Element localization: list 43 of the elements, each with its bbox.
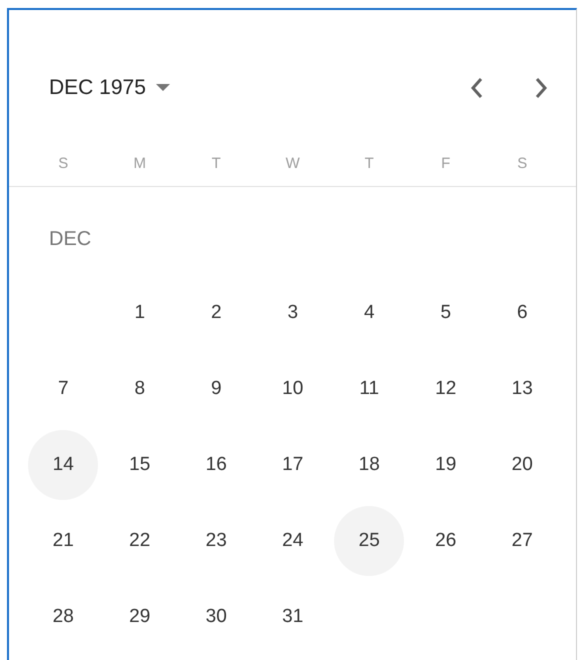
weekday-label: S — [58, 154, 68, 172]
day-cell[interactable]: 9 — [181, 354, 252, 424]
month-label: DEC — [49, 227, 92, 252]
weekday-label: T — [212, 154, 221, 172]
day-cell[interactable]: 17 — [258, 430, 328, 500]
day-cell[interactable]: 21 — [28, 506, 98, 576]
day-cell[interactable]: 19 — [410, 430, 481, 500]
day-cell[interactable]: 2 — [181, 278, 252, 348]
day-cell[interactable]: 13 — [487, 354, 558, 424]
day-cell[interactable]: 3 — [258, 278, 328, 348]
day-cell[interactable]: 29 — [104, 582, 175, 652]
day-cell[interactable]: 26 — [410, 506, 481, 576]
chevron-left-icon — [470, 77, 484, 99]
weekday-label: M — [134, 154, 146, 172]
day-cell[interactable]: 28 — [28, 582, 98, 652]
day-cell[interactable]: 31 — [258, 582, 328, 652]
day-cell[interactable]: 10 — [258, 354, 328, 424]
month-year-dropdown[interactable]: DEC 1975 — [49, 76, 170, 100]
day-cell[interactable]: 15 — [104, 430, 175, 500]
day-cell[interactable]: 25 — [334, 506, 404, 576]
day-cell[interactable]: 18 — [334, 430, 404, 500]
day-cell[interactable]: 12 — [410, 354, 481, 424]
day-cell[interactable]: 5 — [410, 278, 481, 348]
day-cell[interactable]: 6 — [487, 278, 558, 348]
weekday-label: S — [517, 154, 528, 172]
day-cell[interactable]: 27 — [487, 506, 558, 576]
chevron-right-icon — [534, 77, 548, 99]
day-cell[interactable]: 23 — [181, 506, 252, 576]
weekday-label: F — [441, 154, 450, 172]
day-cell[interactable]: 20 — [487, 430, 558, 500]
day-cell[interactable]: 14 — [28, 430, 98, 500]
day-cell[interactable]: 30 — [181, 582, 252, 652]
day-cell[interactable]: 22 — [104, 506, 175, 576]
weekday-label: T — [364, 154, 374, 172]
day-cell[interactable]: 4 — [334, 278, 404, 348]
day-cell[interactable]: 7 — [28, 354, 98, 424]
day-cell[interactable]: 24 — [258, 506, 328, 576]
day-cell[interactable]: 1 — [104, 278, 175, 348]
caret-icon — [156, 84, 170, 92]
day-cell[interactable]: 11 — [334, 354, 404, 424]
weekday-label: W — [286, 154, 300, 172]
day-cell[interactable]: 16 — [181, 430, 252, 500]
day-cell[interactable]: 8 — [104, 354, 175, 424]
